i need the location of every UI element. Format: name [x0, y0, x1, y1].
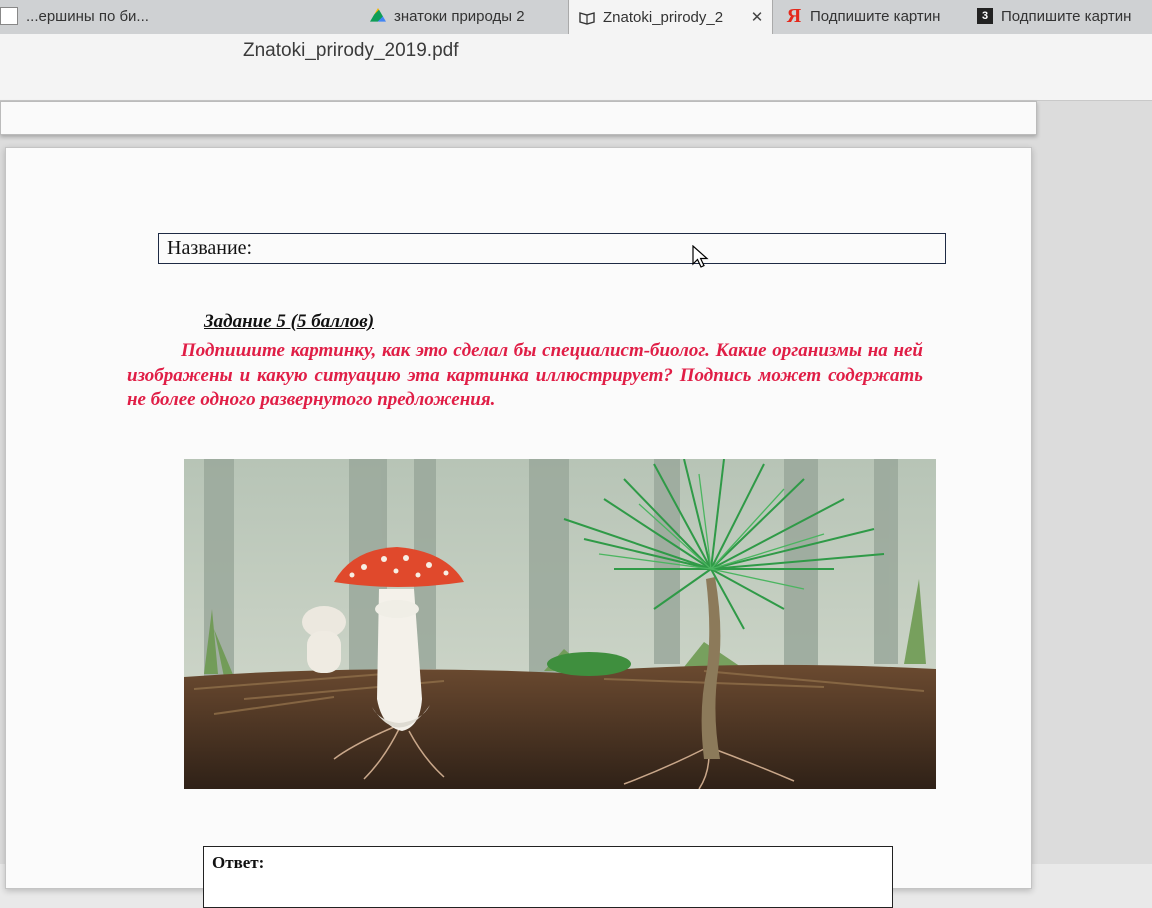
pdf-viewer[interactable]: Название: Задание 5 (5 баллов) Подпишите… — [0, 101, 1152, 908]
soil — [184, 664, 936, 789]
book-icon — [579, 9, 595, 25]
tab-title: Подпишите картин — [810, 7, 941, 25]
young-mushroom — [302, 606, 346, 673]
pdf-title-bar: Znatoki_prirody_2019.pdf — [0, 34, 1152, 101]
tab-1[interactable]: ...ершины по би... — [0, 0, 360, 32]
forest-illustration — [184, 459, 936, 789]
document-icon — [0, 7, 18, 25]
mouse-cursor-icon — [692, 245, 709, 268]
tab-znatoki-pdf[interactable]: Znatoki_prirody_2 ✕ — [568, 0, 773, 34]
tab-title: ...ершины по би... — [26, 7, 149, 25]
answer-label: Ответ: — [212, 853, 265, 872]
tab-title: Подпишите картин — [1001, 7, 1132, 25]
answer-field[interactable]: Ответ: — [203, 846, 893, 908]
tab-title: знатоки природы 2 — [394, 7, 525, 25]
browser-tab-strip: ...ершины по би... знатоки природы 2 Zna… — [0, 0, 1152, 35]
tab-title: Znatoki_prirody_2 — [603, 8, 724, 26]
pdf-page: Название: Задание 5 (5 баллов) Подпишите… — [5, 147, 1032, 908]
task-instruction: Подпишите картинку, как это сделал бы сп… — [127, 340, 923, 410]
task-heading: Задание 5 (5 баллов) — [204, 311, 375, 332]
yandex-icon: Я — [786, 5, 802, 27]
document-filename: Znatoki_prirody_2019.pdf — [243, 40, 459, 61]
name-label: Название: — [167, 237, 253, 259]
tab-2[interactable]: знатоки природы 2 — [360, 0, 565, 32]
name-field[interactable]: Название: — [158, 233, 946, 264]
previous-page-edge — [0, 101, 1037, 135]
close-tab-icon[interactable]: ✕ — [748, 8, 766, 26]
moss — [547, 652, 631, 676]
znanija-icon: 3 — [977, 8, 993, 24]
tab-yandex[interactable]: Я Подпишите картин — [776, 0, 964, 32]
tab-znanija[interactable]: 3 Подпишите картин — [967, 0, 1152, 32]
google-drive-icon — [370, 8, 386, 22]
